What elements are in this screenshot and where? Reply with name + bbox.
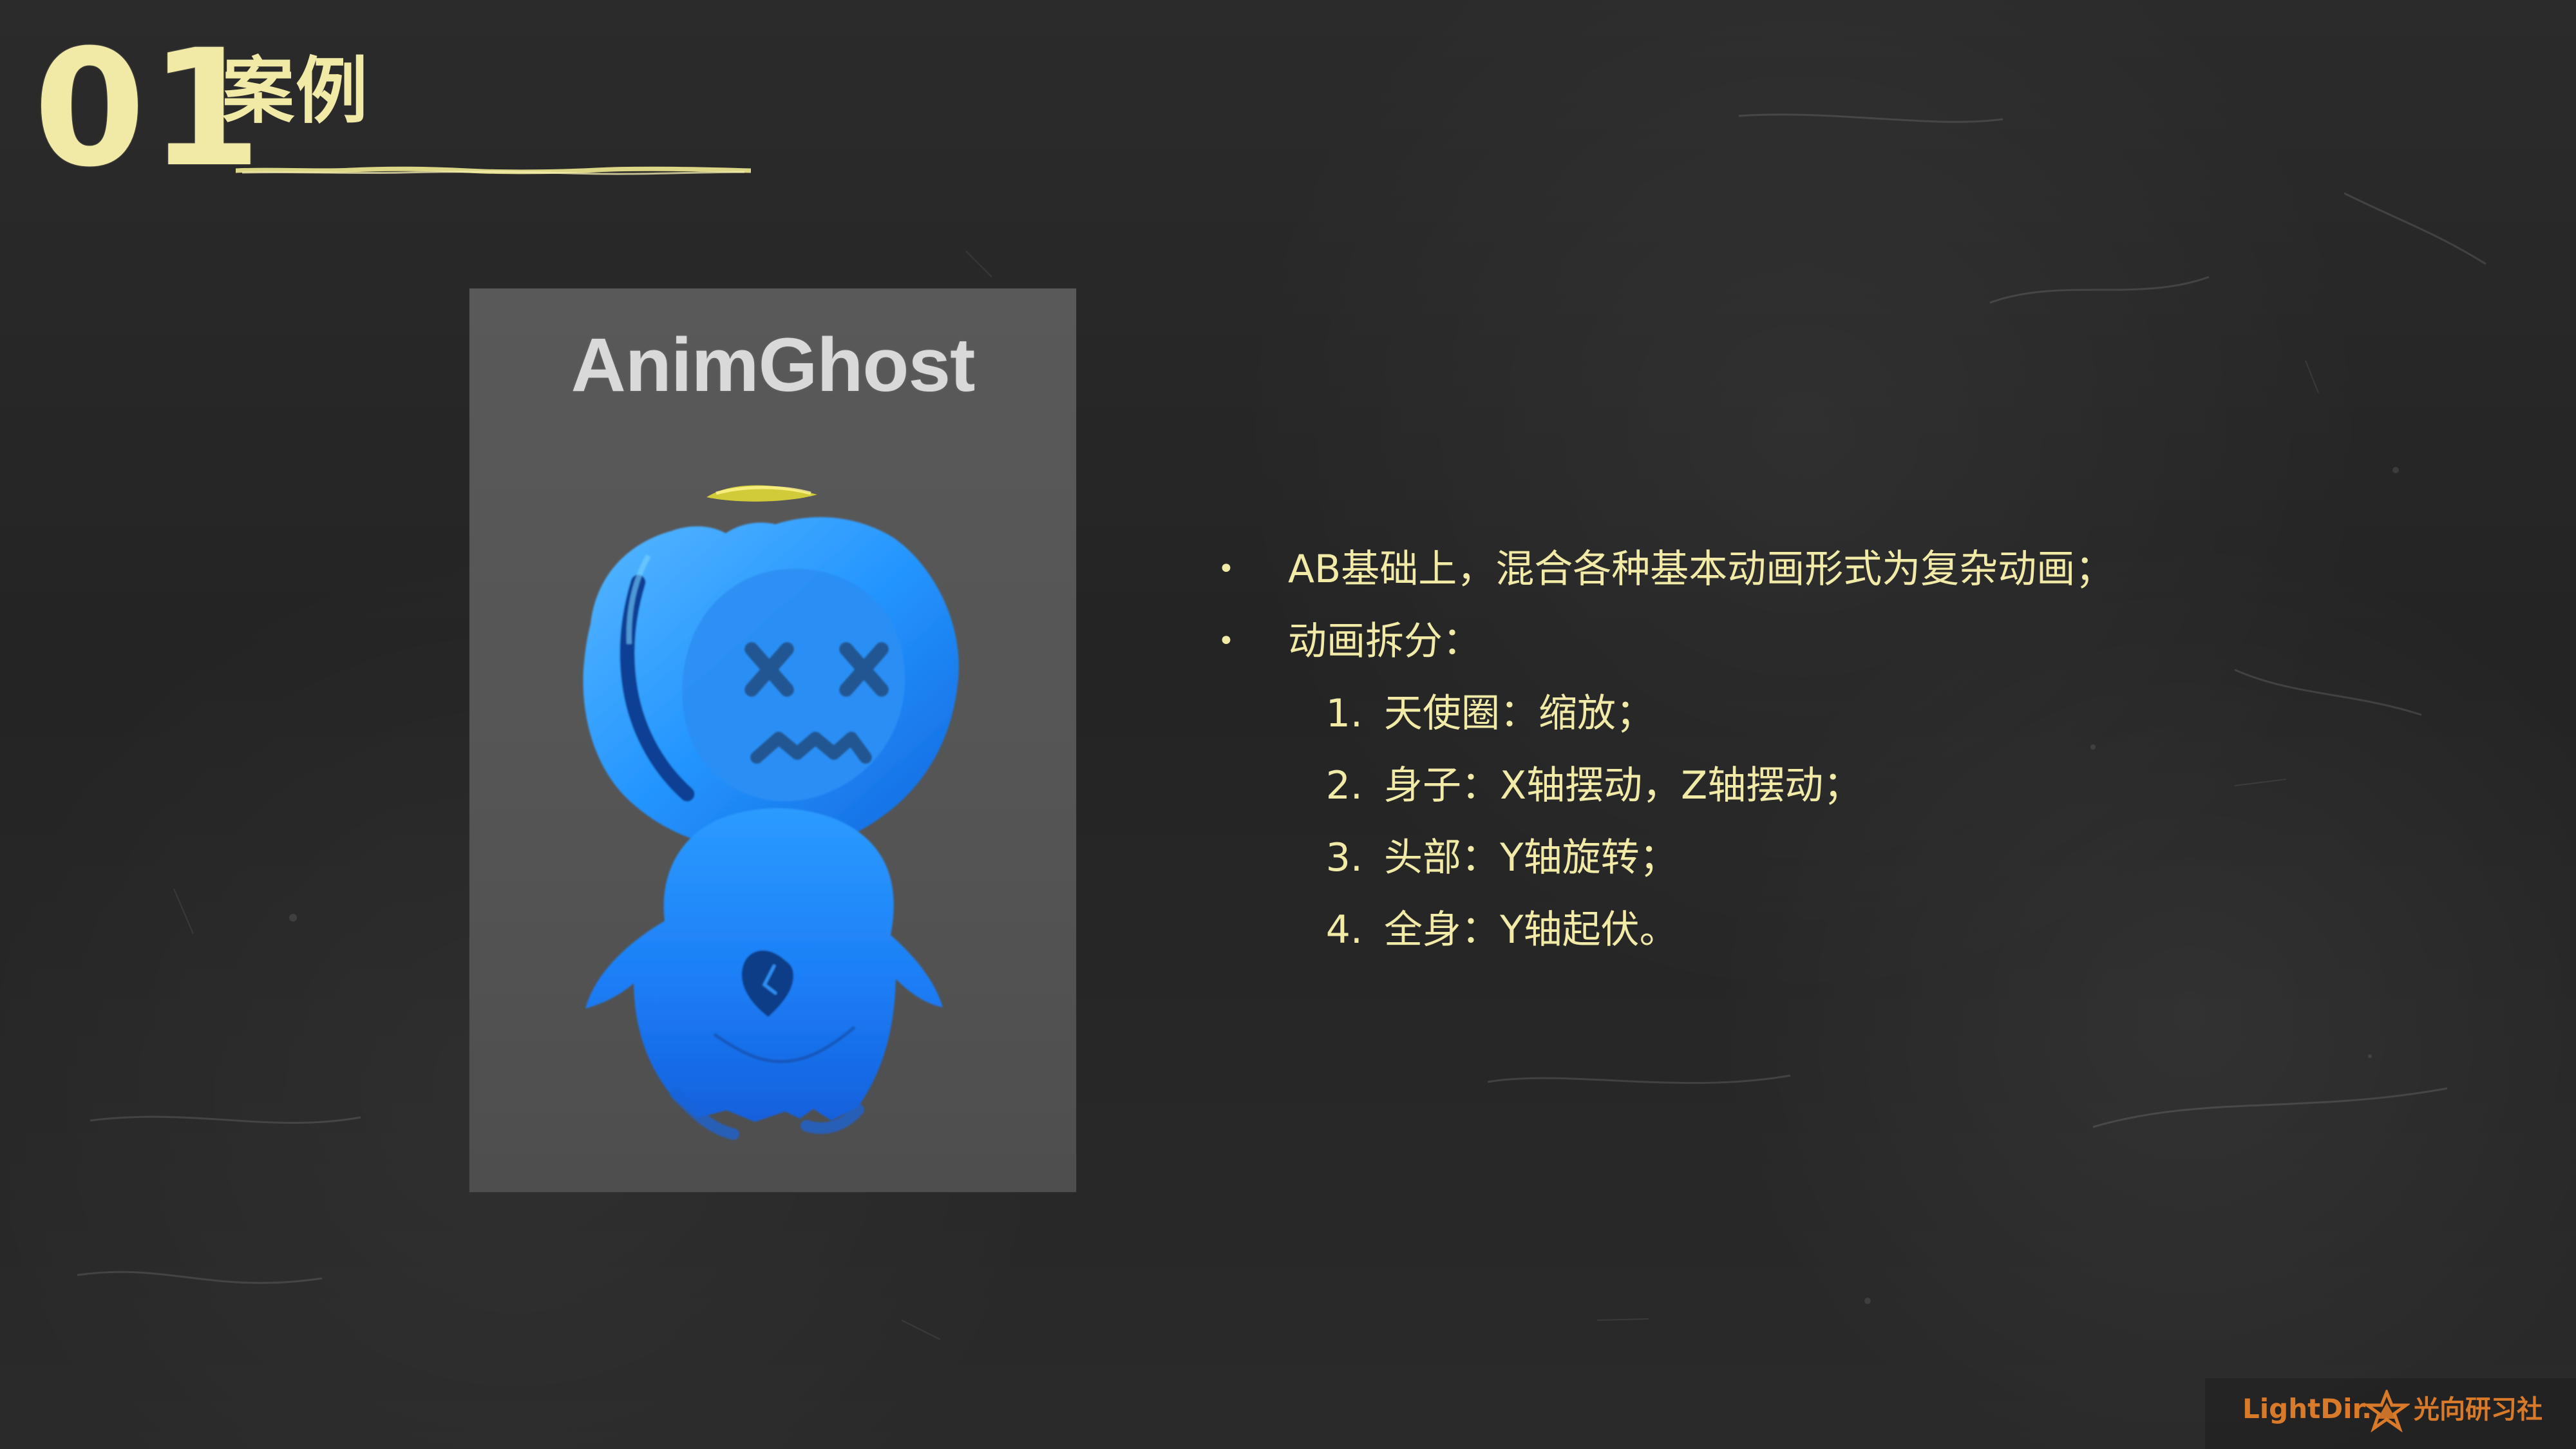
sub-item-number: 2. [1325, 763, 1363, 808]
bullet-icon: • [1218, 625, 1235, 658]
bullet-text: 动画拆分： [1288, 619, 1481, 664]
sub-item-text: 身子：X轴摆动，Z轴摆动； [1384, 763, 1862, 808]
sub-item-text: 天使圈：缩放； [1384, 691, 1654, 736]
title-underline [236, 166, 751, 175]
chalkboard-texture [77, 113, 2486, 1340]
bullet-icon: • [1218, 553, 1235, 585]
sub-item-text: 头部：Y轴旋转； [1384, 835, 1678, 880]
page-title: 案例 [222, 50, 369, 133]
brand-name-right: 光向研习社 [2414, 1395, 2543, 1425]
sub-item-number: 4. [1325, 907, 1363, 952]
ghost-illustration [583, 485, 959, 1140]
bullet-text: AB基础上，混合各种基本动画形式为复杂动画； [1288, 547, 2114, 592]
halo-icon [706, 485, 817, 502]
sub-item-number: 3. [1325, 835, 1363, 880]
slide: 01 案例 AnimGhost • AB基础上，混合各种基本动画形式为复杂动画；… [0, 0, 2576, 1449]
scene-panel: AnimGhost [469, 289, 1076, 1192]
brand-name-left: LightDir. [2242, 1393, 2372, 1425]
sub-item-text: 全身：Y轴起伏。 [1384, 907, 1678, 952]
sub-item-number: 1. [1325, 691, 1363, 736]
star-logo-icon [2363, 1390, 2410, 1433]
ghost-icon [583, 517, 959, 1140]
brand-watermark: LightDir. 光向研习社 [2205, 1378, 2576, 1449]
slide-number: 01 [33, 15, 265, 202]
